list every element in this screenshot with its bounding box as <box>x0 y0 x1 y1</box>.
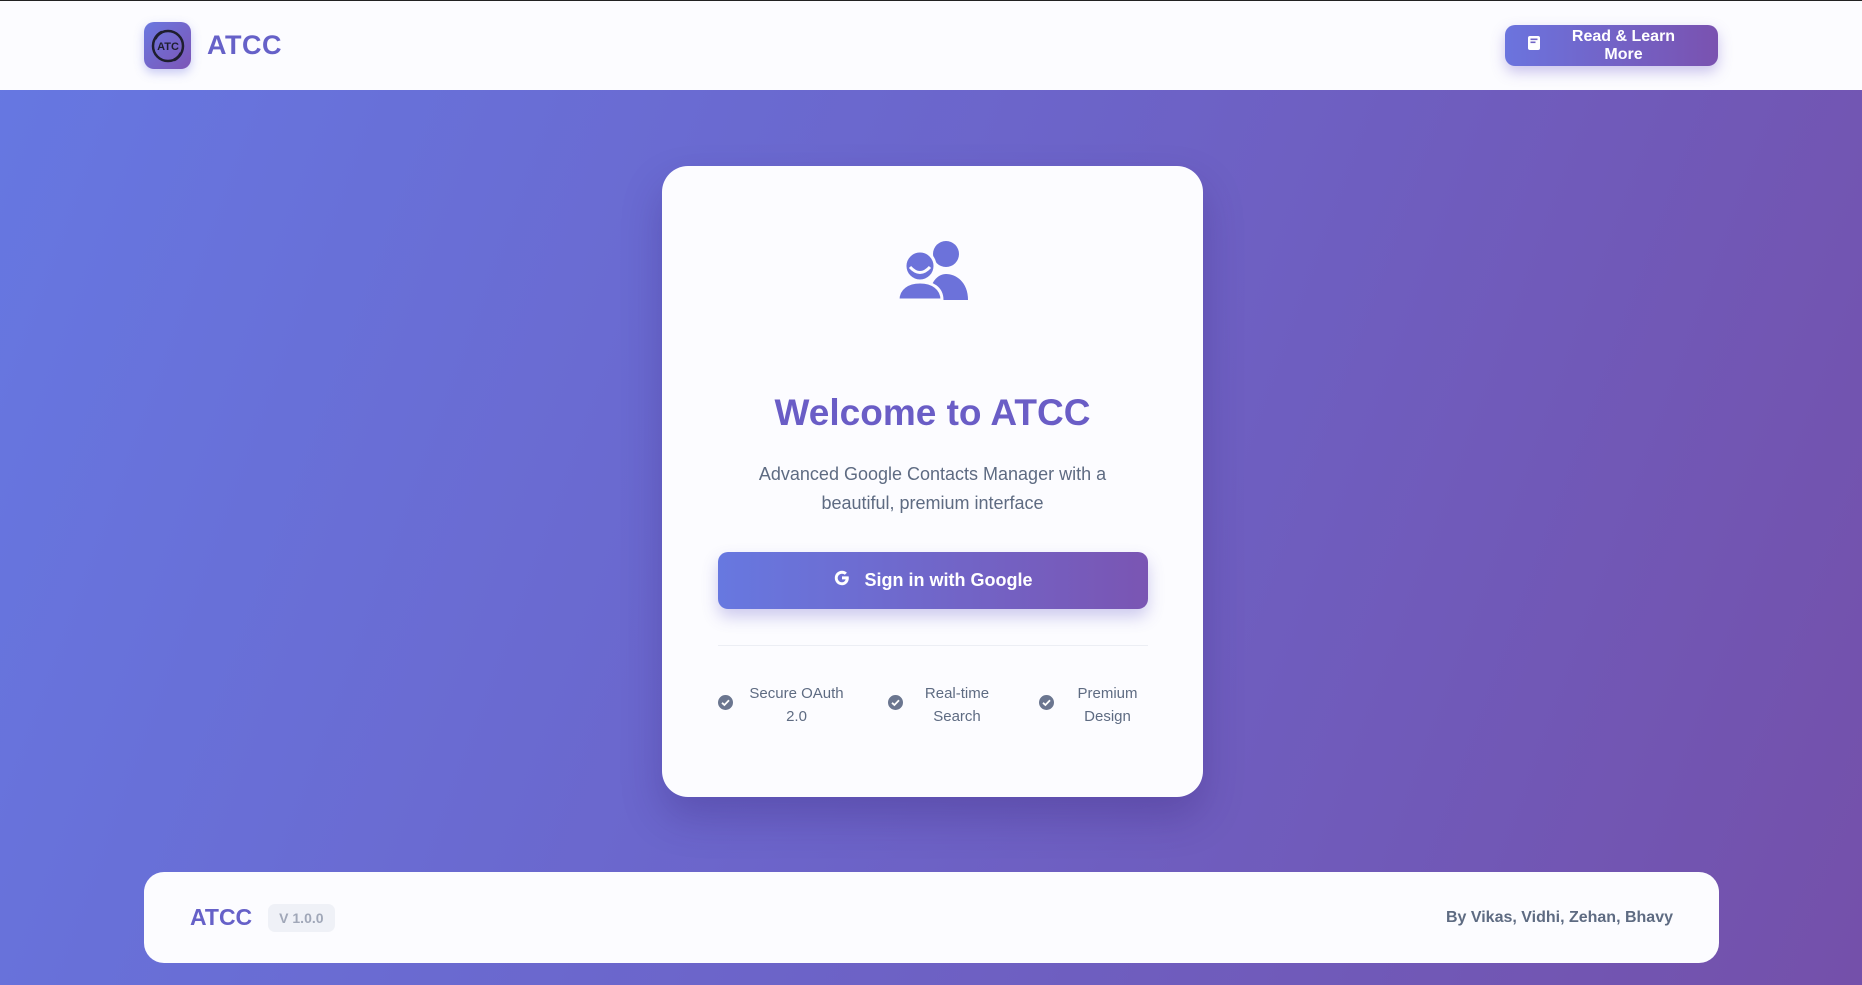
welcome-subtitle: Advanced Google Contacts Manager with a … <box>758 464 1107 513</box>
footer-brand-group: ATCC V 1.0.0 <box>190 903 335 932</box>
check-circle-icon <box>888 695 903 715</box>
check-circle-icon <box>1038 695 1054 715</box>
check-circle-icon <box>717 695 733 715</box>
google-icon <box>833 569 851 592</box>
feature-item: Real-time Search <box>888 682 997 728</box>
feature-label: Real-time Search <box>924 685 990 725</box>
atcc-logo-icon: ATC <box>144 22 191 69</box>
users-icon <box>895 238 970 302</box>
read-learn-more-label: Read & Learn More <box>1571 27 1676 63</box>
version-badge: V 1.0.0 <box>268 903 335 932</box>
feature-item: Premium Design <box>1038 682 1148 728</box>
read-learn-more-button[interactable]: Read & Learn More <box>1505 25 1718 66</box>
google-signin-button[interactable]: Sign in with Google <box>717 552 1148 609</box>
feature-item: Secure OAuth 2.0 <box>717 682 847 728</box>
logo-text: ATC <box>157 41 179 53</box>
welcome-card: Welcome to ATCC Advanced Google Contacts… <box>662 166 1203 797</box>
feature-list: Secure OAuth 2.0 Real-time Search Premiu… <box>717 682 1148 728</box>
feature-label: Secure OAuth 2.0 <box>749 685 844 725</box>
footer-brand: ATCC <box>190 904 253 930</box>
brand-name: ATCC <box>207 30 282 60</box>
brand[interactable]: ATC ATCC <box>144 22 282 69</box>
book-icon <box>1527 35 1541 56</box>
top-navbar: ATC ATCC Read & Learn More <box>0 1 1862 90</box>
feature-label: Premium Design <box>1077 685 1138 725</box>
welcome-title: Welcome to ATCC <box>774 392 1091 433</box>
card-divider <box>717 645 1148 646</box>
google-signin-label: Sign in with Google <box>864 570 1033 590</box>
footer-credits: By Vikas, Vidhi, Zehan, Bhavy <box>1445 908 1673 926</box>
footer: ATCC V 1.0.0 By Vikas, Vidhi, Zehan, Bha… <box>144 872 1719 963</box>
